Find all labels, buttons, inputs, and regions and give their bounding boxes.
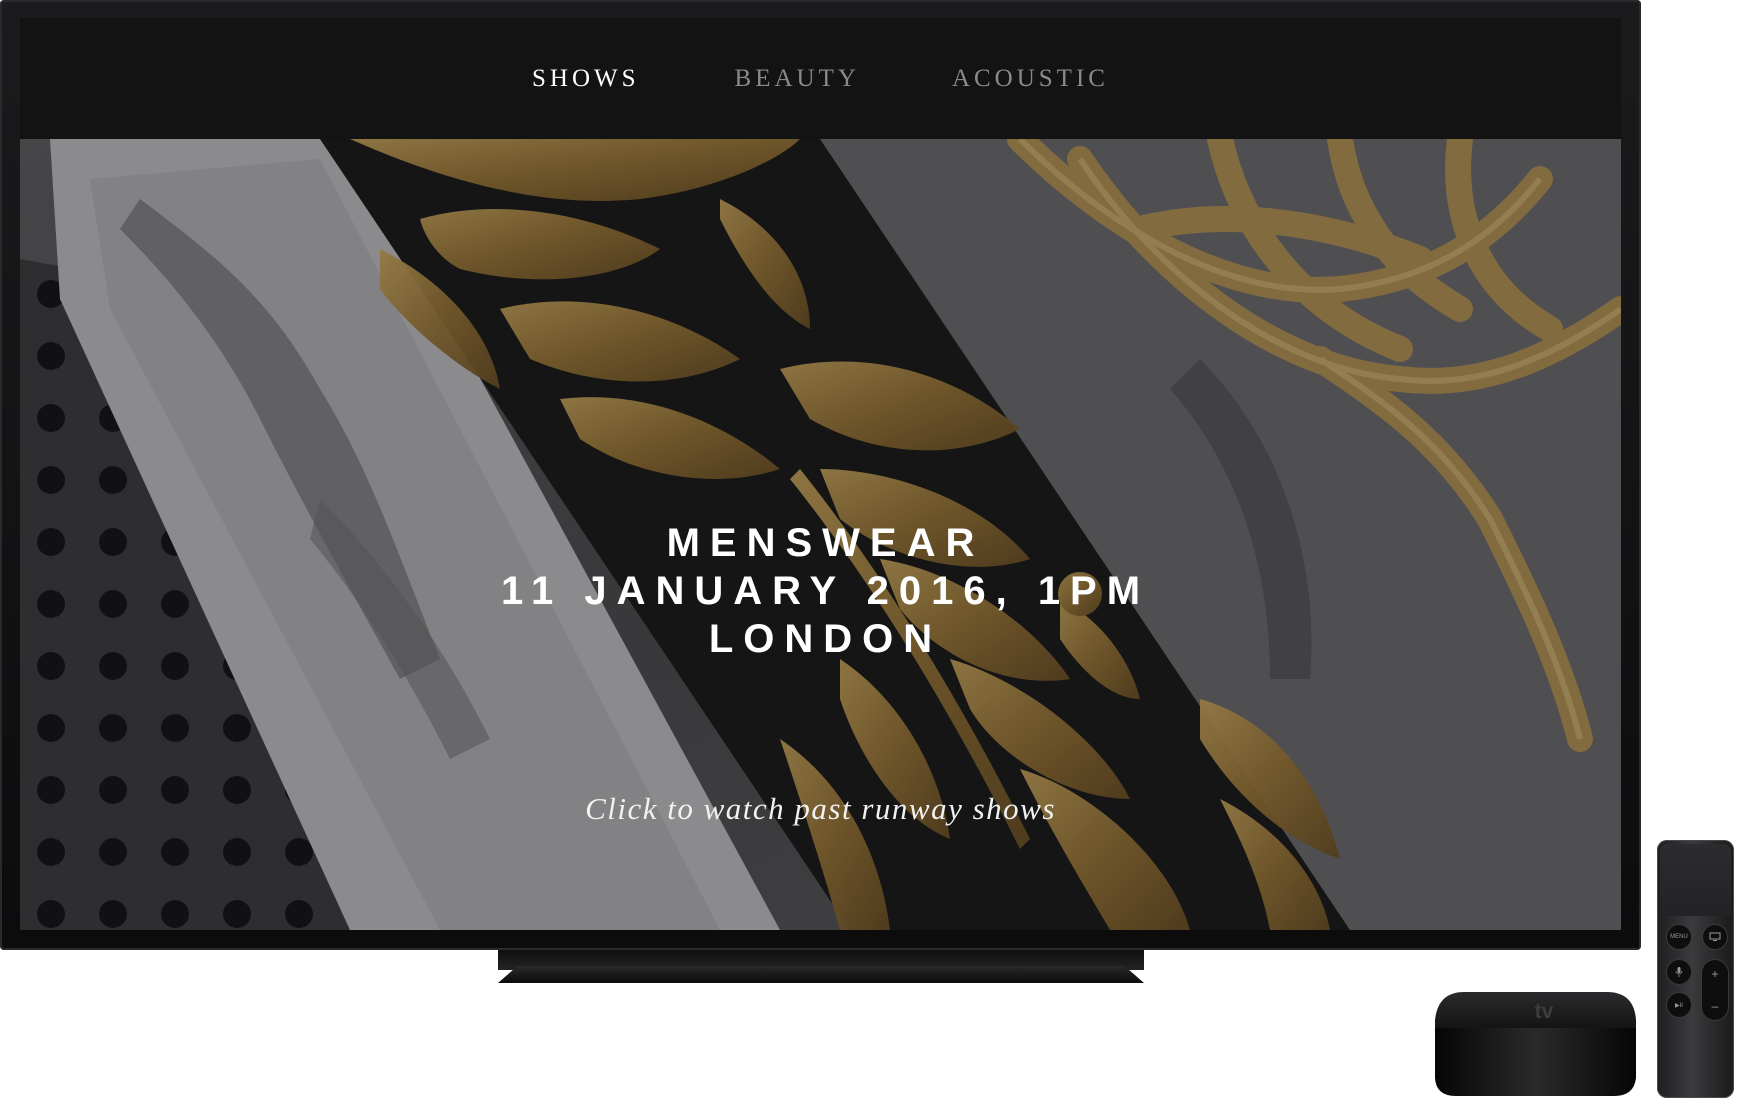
event-location: LONDON xyxy=(708,617,943,661)
tab-shows[interactable]: SHOWS xyxy=(532,55,640,103)
tv-stand-base xyxy=(498,966,1144,983)
volume-down-icon[interactable]: – xyxy=(1702,1000,1728,1012)
tv-screen: SHOWS BEAUTY ACOUSTIC MENSWEAR 11 JANUAR… xyxy=(20,18,1621,930)
top-nav-bar: SHOWS BEAUTY ACOUSTIC xyxy=(20,18,1621,139)
event-info: MENSWEAR 11 JANUARY 2016, 1PM LONDON xyxy=(20,519,1621,663)
volume-rocker[interactable]: + – xyxy=(1702,960,1728,1020)
volume-up-icon[interactable]: + xyxy=(1702,968,1728,980)
tv-home-icon[interactable] xyxy=(1703,925,1727,949)
event-date-time: 11 JANUARY 2016, 1PM xyxy=(500,569,1151,613)
remote-touch-surface[interactable] xyxy=(1660,844,1731,916)
microphone-icon[interactable] xyxy=(1667,960,1691,984)
hero-banner[interactable]: MENSWEAR 11 JANUARY 2016, 1PM LONDON Cli… xyxy=(20,139,1621,930)
tab-beauty[interactable]: BEAUTY xyxy=(735,55,860,103)
tab-acoustic[interactable]: ACOUSTIC xyxy=(952,55,1109,103)
apple-tv-logo: tv xyxy=(1534,1000,1554,1023)
watch-past-shows-link[interactable]: Click to watch past runway shows xyxy=(20,791,1621,827)
play-pause-button[interactable]: ▶II xyxy=(1667,993,1691,1017)
event-collection: MENSWEAR xyxy=(666,521,985,565)
remote-menu-button[interactable]: MENU xyxy=(1667,925,1691,949)
